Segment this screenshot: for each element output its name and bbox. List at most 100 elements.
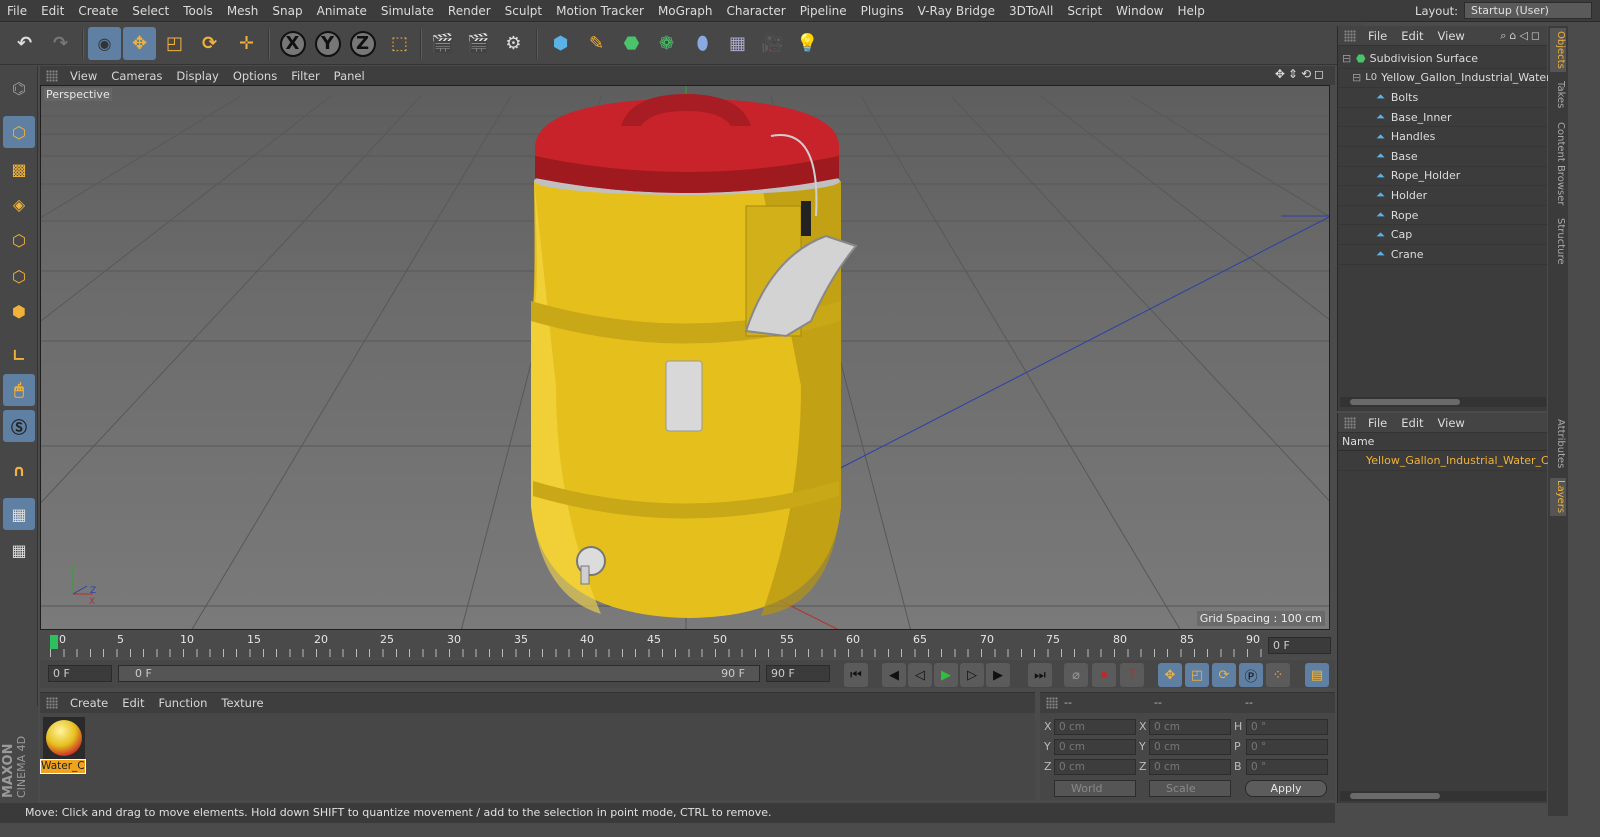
timeline-window-icon[interactable]: ▤ [1305, 663, 1329, 687]
tab-layers[interactable]: Layers [1550, 478, 1566, 516]
render-view-icon[interactable]: 🎬 [426, 27, 459, 60]
key-rotation-icon[interactable]: ⟳ [1212, 663, 1236, 687]
pen-spline-icon[interactable]: ✎ [580, 27, 613, 60]
tab-attributes[interactable]: Attributes [1550, 416, 1566, 472]
menu-file[interactable]: File [0, 4, 34, 18]
material-swatch[interactable] [43, 717, 85, 759]
material-menu-create[interactable]: Create [63, 696, 115, 710]
rotate-tool-icon[interactable]: ⟳ [193, 27, 226, 60]
tree-item-handles[interactable]: ⏶ Handles [1338, 127, 1547, 147]
previous-frame-icon[interactable]: ◁ [908, 663, 932, 687]
position-y-field[interactable]: 0 cm [1054, 739, 1136, 755]
tweak-mode-icon[interactable]: 🖱 [3, 374, 35, 406]
tree-item-subdivision-surface[interactable]: ⊟ ⬣ Subdivision Surface [1338, 49, 1547, 69]
autokeying-icon[interactable]: ⏺ [1092, 663, 1116, 687]
x-axis-lock-icon[interactable]: X [276, 27, 309, 60]
menu-character[interactable]: Character [719, 4, 792, 18]
menu-mesh[interactable]: Mesh [220, 4, 266, 18]
magnet-icon[interactable]: ∩ [3, 454, 35, 486]
edges-mode-icon[interactable]: ⬡ [3, 260, 35, 292]
end-frame-field[interactable]: 0 F [1268, 637, 1331, 654]
layers-horizontal-scrollbar[interactable] [1340, 791, 1546, 801]
render-picture-viewer-icon[interactable]: 🎬 [462, 27, 495, 60]
layout-dropdown[interactable]: Startup (User) [1464, 2, 1592, 19]
z-axis-lock-icon[interactable]: Z [346, 27, 379, 60]
play-forward-icon[interactable]: ▶ [934, 663, 958, 687]
menu-mograph[interactable]: MoGraph [651, 4, 720, 18]
rotation-b-field[interactable]: 0 ° [1246, 759, 1328, 775]
live-selection-icon[interactable]: ◉ [88, 27, 121, 60]
layers-menu-edit[interactable]: Edit [1394, 416, 1430, 430]
viewport-menu-filter[interactable]: Filter [284, 69, 326, 83]
y-axis-lock-icon[interactable]: Y [311, 27, 344, 60]
objects-menu-edit[interactable]: Edit [1394, 29, 1430, 43]
viewport-menu-cameras[interactable]: Cameras [104, 69, 169, 83]
render-settings-icon[interactable]: ⚙ [497, 27, 530, 60]
keyframe-selection-icon[interactable]: ? [1120, 663, 1144, 687]
menu-motion-tracker[interactable]: Motion Tracker [549, 4, 651, 18]
frame-range-slider[interactable]: 0 F 90 F [118, 665, 760, 682]
tree-item-rope-holder[interactable]: ⏶ Rope_Holder [1338, 167, 1547, 187]
subdivision-generator-icon[interactable]: ⬣ [615, 27, 648, 60]
viewport-menu-options[interactable]: Options [226, 69, 284, 83]
tree-item-cap[interactable]: ⏶ Cap [1338, 225, 1547, 245]
size-z-field[interactable]: 0 cm [1149, 759, 1231, 775]
go-to-end-icon[interactable]: ⏭ [1028, 663, 1052, 687]
key-parameter-icon[interactable]: Ⓟ [1239, 663, 1263, 687]
position-z-field[interactable]: 0 cm [1054, 759, 1136, 775]
menu-3dtoall[interactable]: 3DToAll [1002, 4, 1060, 18]
coordinate-space-dropdown[interactable]: World [1054, 780, 1136, 797]
current-frame-field[interactable]: 0 F [48, 665, 112, 682]
polygons-mode-icon[interactable]: ⬢ [3, 295, 35, 327]
texture-mode-icon[interactable]: ▩ [3, 153, 35, 185]
menu-vray-bridge[interactable]: V-Ray Bridge [911, 4, 1002, 18]
move-tool-icon[interactable]: ✥ [123, 27, 156, 60]
scale-tool-icon[interactable]: ◰ [158, 27, 191, 60]
model-mode-icon[interactable]: ⬡ [3, 116, 35, 148]
objects-menu-view[interactable]: View [1431, 29, 1472, 43]
mograph-cloner-icon[interactable]: ❁ [650, 27, 683, 60]
apply-button[interactable]: Apply [1245, 780, 1327, 797]
tree-item-base-inner[interactable]: ⏶ Base_Inner [1338, 108, 1547, 128]
key-position-icon[interactable]: ✥ [1158, 663, 1182, 687]
make-editable-icon[interactable]: ⌬ [3, 72, 35, 104]
tab-takes[interactable]: Takes [1550, 78, 1566, 112]
next-key-icon[interactable]: ▶ [986, 663, 1010, 687]
rotation-h-field[interactable]: 0 ° [1246, 719, 1328, 735]
menu-plugins[interactable]: Plugins [854, 4, 911, 18]
tab-structure[interactable]: Structure [1550, 216, 1566, 266]
size-y-field[interactable]: 0 cm [1149, 739, 1231, 755]
timeline-ruler[interactable]: 0 5 10 15 20 25 30 35 40 45 50 55 60 65 … [40, 633, 1335, 657]
tree-item-rope[interactable]: ⏶ Rope [1338, 206, 1547, 226]
planar-workplane-icon[interactable]: ▦ [3, 534, 35, 566]
deformer-icon[interactable]: ⬮ [686, 27, 719, 60]
size-mode-dropdown[interactable]: Scale [1149, 780, 1231, 797]
material-menu-texture[interactable]: Texture [214, 696, 270, 710]
tree-item-holder[interactable]: ⏶ Holder [1338, 186, 1547, 206]
menu-pipeline[interactable]: Pipeline [793, 4, 854, 18]
floor-scene-icon[interactable]: ▦ [721, 27, 754, 60]
menu-select[interactable]: Select [125, 4, 176, 18]
menu-tools[interactable]: Tools [176, 4, 220, 18]
menu-simulate[interactable]: Simulate [374, 4, 441, 18]
size-x-field[interactable]: 0 cm [1149, 719, 1231, 735]
objects-menu-file[interactable]: File [1361, 29, 1394, 43]
tree-item-bolts[interactable]: ⏶ Bolts [1338, 88, 1547, 108]
tree-item-yellow-gallon[interactable]: ⊟ L0 Yellow_Gallon_Industrial_Water_ [1338, 69, 1556, 89]
next-frame-icon[interactable]: ▷ [960, 663, 984, 687]
go-to-start-icon[interactable]: ⏮ [844, 663, 868, 687]
undo-icon[interactable]: ↶ [8, 27, 41, 60]
light-icon[interactable]: 💡 [791, 27, 824, 60]
tree-item-crane[interactable]: ⏶ Crane [1338, 245, 1547, 265]
max-frame-field[interactable]: 90 F [766, 665, 830, 682]
position-x-field[interactable]: 0 cm [1054, 719, 1136, 735]
rotation-p-field[interactable]: 0 ° [1246, 739, 1328, 755]
tab-content-browser[interactable]: Content Browser [1550, 120, 1566, 208]
menu-help[interactable]: Help [1170, 4, 1211, 18]
key-scale-icon[interactable]: ◰ [1185, 663, 1209, 687]
tree-item-base[interactable]: ⏶ Base [1338, 147, 1547, 167]
points-mode-icon[interactable]: ⬡ [3, 224, 35, 256]
viewport-menu-view[interactable]: View [63, 69, 104, 83]
layers-menu-view[interactable]: View [1431, 416, 1472, 430]
cube-primitive-icon[interactable]: ⬢ [544, 27, 577, 60]
